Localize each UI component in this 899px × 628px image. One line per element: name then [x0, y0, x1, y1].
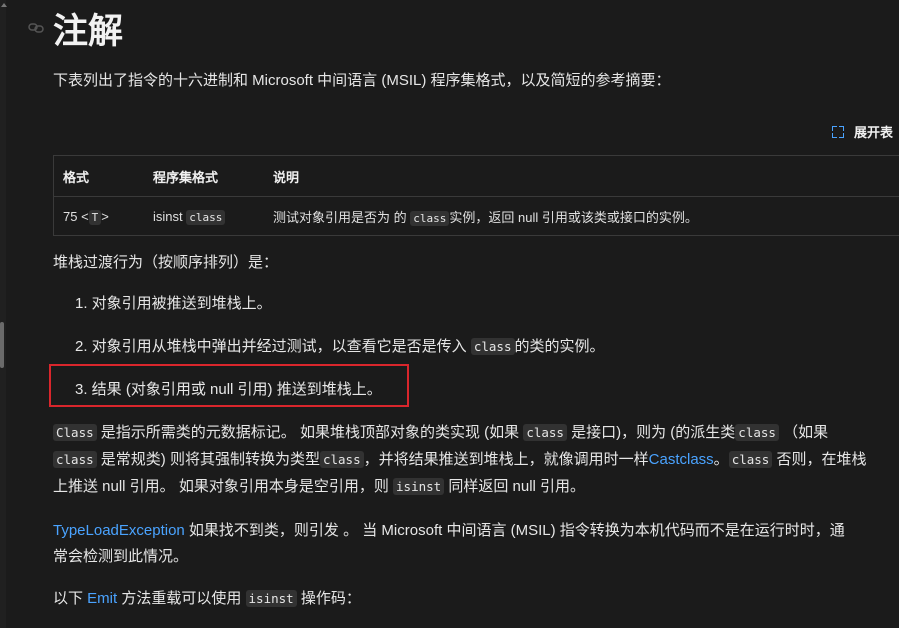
table-header-description: 说明 — [264, 155, 899, 197]
expand-table-button[interactable]: 展开表 — [831, 122, 893, 141]
table-header-assembly: 程序集格式 — [144, 155, 264, 197]
castclass-link[interactable]: Castclass — [649, 451, 714, 468]
paragraph-class-token-line2: class 是常规类) 则将其强制转换为类型 class ，并将结果推送到堆栈上，就… — [53, 447, 867, 473]
inline-code: isinst — [245, 590, 297, 607]
inline-code: class — [410, 210, 450, 226]
table-header-format: 格式 — [53, 155, 144, 197]
expand-icon — [831, 125, 844, 138]
highlight-box — [49, 364, 409, 407]
list-item: 2. 对象引用从堆栈中弹出并经过测试，以查看它是否是传入 class 的类的实例。 — [75, 338, 605, 355]
paragraph-class-token-line3: 上推送 null 引用。 如果对象引用本身是空引用，则 isinst 同样返回 … — [53, 478, 586, 495]
paragraph-class-token: Class 是指示所需类的元数据标记。 如果堆栈顶部对象的类实现 (如果 cla… — [53, 420, 828, 446]
scroll-up-arrow-icon[interactable] — [1, 3, 7, 7]
table-header-row: 格式 程序集格式 说明 — [53, 155, 899, 197]
inline-code: class — [470, 338, 515, 355]
list-item: 1. 对象引用被推送到堆栈上。 — [75, 295, 272, 312]
stack-transition-intro: 堆栈过渡行为（按顺序排列）是： — [53, 254, 279, 271]
table-row: 75 < T > isinst class 测试对象引用是否为 的 class 实例，… — [53, 196, 899, 236]
intro-text: 下表列出了指令的十六进制和 Microsoft 中间语言 (MSIL) 程序集格… — [53, 72, 671, 89]
emit-link[interactable]: Emit — [87, 590, 117, 607]
expand-table-label: 展开表 — [853, 125, 893, 140]
link-icon[interactable] — [28, 22, 44, 34]
page-heading: 注解 — [53, 12, 124, 51]
cell-format: 75 < T > — [53, 196, 144, 236]
typeloadexception-link[interactable]: TypeLoadException — [53, 522, 185, 539]
paragraph-emit: 以下 Emit 方法重载可以使用 isinst 操作码： — [53, 590, 361, 607]
inline-code: T — [88, 209, 102, 225]
inline-code: class — [186, 209, 226, 225]
paragraph-exception-line2: 常会检测到此情况。 — [53, 548, 189, 565]
cell-description: 测试对象引用是否为 的 class 实例，返回 null 引用或该类或接口的实例。 — [264, 196, 899, 236]
left-gutter — [0, 0, 6, 628]
cell-assembly: isinst class — [144, 196, 264, 236]
scrollbar-thumb[interactable] — [0, 322, 4, 368]
paragraph-exception: TypeLoadException 如果找不到类，则引发 。 当 Microso… — [53, 522, 845, 539]
opcode-table: 格式 程序集格式 说明 75 < T > isinst class 测试对象引用是否… — [53, 155, 899, 236]
